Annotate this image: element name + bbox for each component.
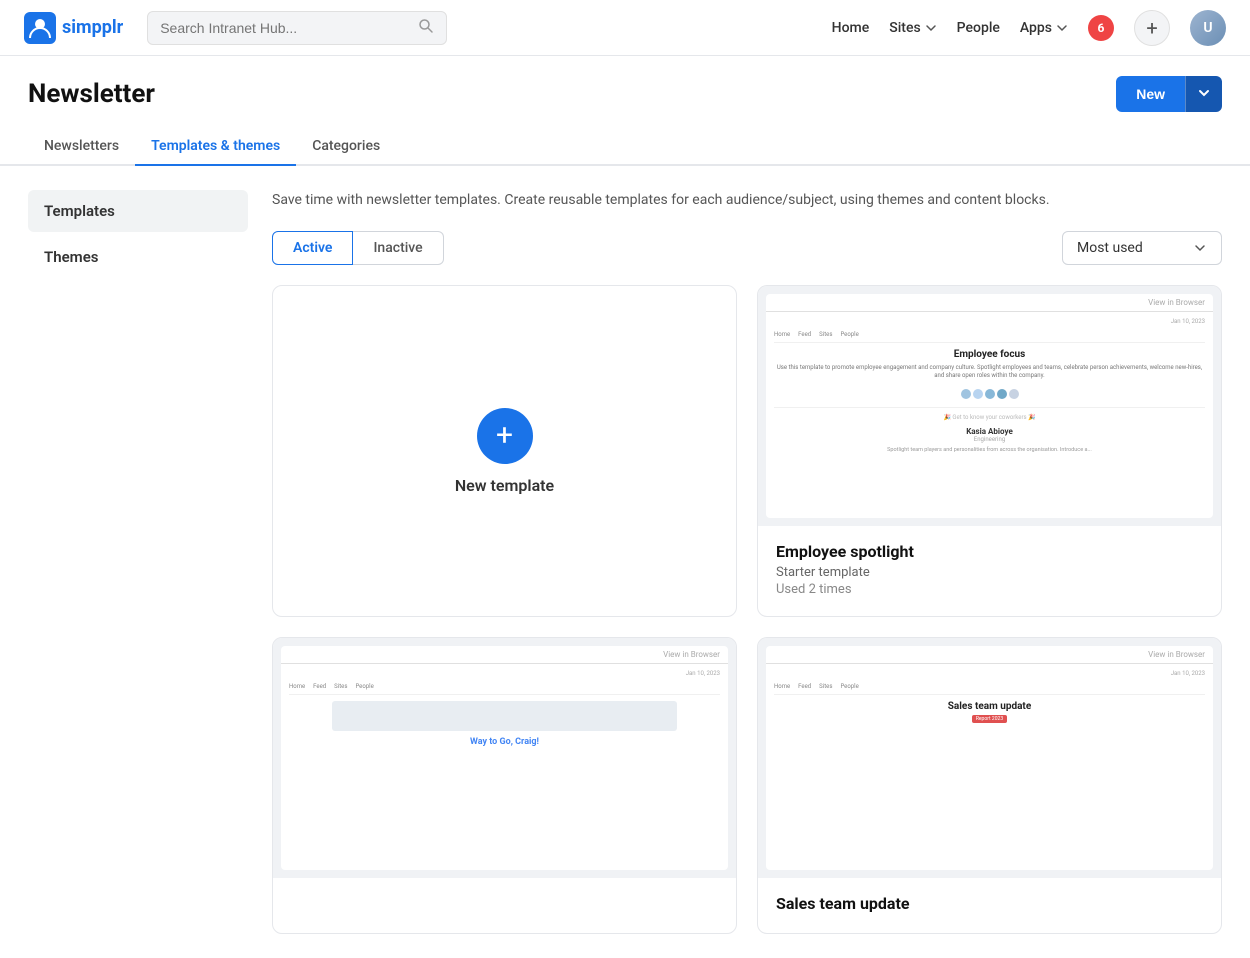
new-button-caret[interactable] [1185, 76, 1222, 112]
add-button[interactable]: + [1134, 10, 1170, 46]
browser-toolbar: View in Browser [766, 294, 1213, 312]
card-title: Employee spotlight [776, 542, 1203, 561]
new-template-label: New template [455, 476, 554, 495]
sidebar: Templates Themes [28, 190, 248, 934]
template-grid: + New template View in Browser Jan 10, 2… [272, 285, 1222, 934]
tab-categories[interactable]: Categories [296, 128, 396, 166]
logo[interactable]: simpplr [24, 12, 123, 44]
tab-newsletters[interactable]: Newsletters [28, 128, 135, 166]
notification-badge[interactable]: 6 [1088, 15, 1114, 41]
avatar[interactable]: U [1190, 10, 1226, 46]
sort-select[interactable]: Most used [1062, 231, 1222, 265]
page-header: Newsletter New [0, 56, 1250, 112]
filter-tab-inactive[interactable]: Inactive [353, 231, 443, 265]
avatar-initials: U [1190, 10, 1226, 46]
browser-toolbar-2: View in Browser [281, 646, 728, 664]
browser-body-2: Jan 10, 2023 Home Feed Sites People Way … [281, 664, 728, 870]
mock-avatars [774, 389, 1205, 399]
page-title: Newsletter [28, 79, 155, 109]
card-preview-employee-spotlight: View in Browser Jan 10, 2023 Home Feed S… [758, 286, 1221, 526]
tabs: Newsletters Templates & themes Categorie… [0, 128, 1250, 166]
template-card-congrats[interactable]: View in Browser Jan 10, 2023 Home Feed S… [272, 637, 737, 934]
add-template-icon: + [477, 408, 533, 464]
card-meta: Used 2 times [776, 582, 1203, 597]
mock-date: Jan 10, 2023 [774, 318, 1205, 325]
mock-header-image [332, 701, 677, 731]
main-content: Templates Themes Save time with newslett… [0, 166, 1250, 958]
card-body-sales: Sales team update [758, 878, 1221, 933]
filter-tabs: Active Inactive [272, 231, 444, 265]
sidebar-item-themes[interactable]: Themes [28, 236, 248, 278]
filter-bar: Active Inactive Most used [272, 231, 1222, 265]
right-panel: Save time with newsletter templates. Cre… [272, 190, 1222, 934]
new-button-main[interactable]: New [1116, 76, 1185, 112]
new-button-group: New [1116, 76, 1222, 112]
card-body-employee-spotlight: Employee spotlight Starter template Used… [758, 526, 1221, 613]
mock-nav: Home Feed Sites People [774, 331, 1205, 343]
mock-employee-focus-title: Employee focus [774, 349, 1205, 360]
template-card-employee-spotlight[interactable]: View in Browser Jan 10, 2023 Home Feed S… [757, 285, 1222, 617]
nav-apps[interactable]: Apps [1020, 20, 1068, 36]
card-preview-sales: View in Browser Jan 10, 2023 Home Feed S… [758, 638, 1221, 878]
new-template-card[interactable]: + New template [272, 285, 737, 617]
search-bar[interactable] [147, 11, 447, 45]
template-card-sales[interactable]: View in Browser Jan 10, 2023 Home Feed S… [757, 637, 1222, 934]
mock-nav-3: Home Feed Sites People [774, 683, 1205, 695]
card-subtitle: Starter template [776, 565, 1203, 580]
description: Save time with newsletter templates. Cre… [272, 190, 1222, 211]
chevron-down-icon [1193, 241, 1207, 255]
card-title-sales: Sales team update [776, 894, 1203, 913]
nav-people[interactable]: People [957, 20, 1000, 36]
mock-nav-2: Home Feed Sites People [289, 683, 720, 695]
browser-toolbar-3: View in Browser [766, 646, 1213, 664]
browser-body-3: Jan 10, 2023 Home Feed Sites People Sale… [766, 664, 1213, 870]
sidebar-item-templates[interactable]: Templates [28, 190, 248, 232]
nav-links: Home Sites People Apps 6 + U [832, 10, 1226, 46]
navbar: simpplr Home Sites People Apps 6 + U [0, 0, 1250, 56]
search-icon [418, 18, 434, 38]
mock-employee-focus-text: Use this template to promote employee en… [774, 364, 1205, 381]
filter-tab-active[interactable]: Active [272, 231, 353, 265]
nav-home[interactable]: Home [832, 20, 870, 36]
search-input[interactable] [160, 20, 410, 36]
nav-sites[interactable]: Sites [889, 20, 936, 36]
card-preview-congrats: View in Browser Jan 10, 2023 Home Feed S… [273, 638, 736, 878]
tab-templates-themes[interactable]: Templates & themes [135, 128, 296, 166]
browser-body: Jan 10, 2023 Home Feed Sites People Empl… [766, 312, 1213, 518]
